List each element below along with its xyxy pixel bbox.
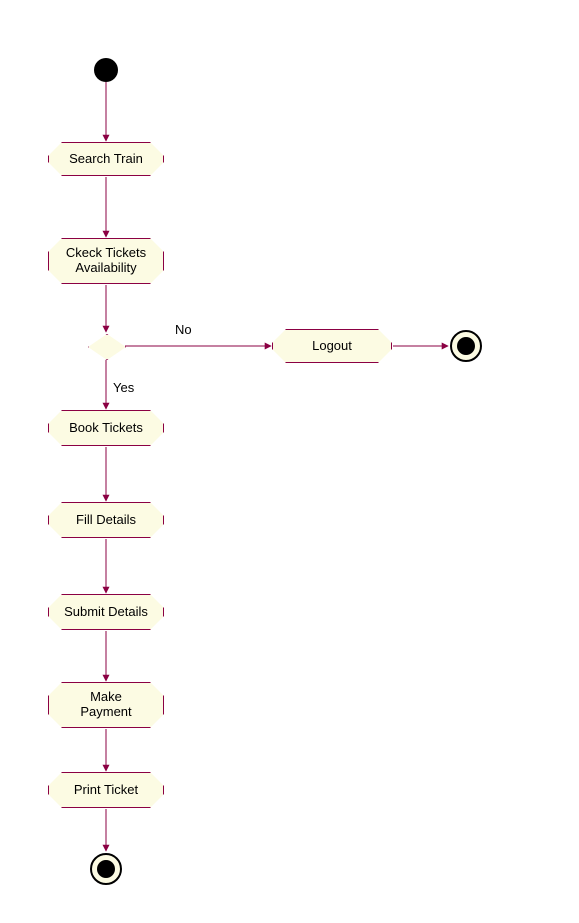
activity-label: Submit Details (64, 605, 148, 620)
activity-submit-details: Submit Details (48, 594, 164, 630)
final-node-right (450, 330, 482, 362)
activity-book-tickets: Book Tickets (48, 410, 164, 446)
final-node-bottom (90, 853, 122, 885)
activity-diagram: Search Train Ckeck Tickets Availability … (0, 0, 579, 923)
activity-label: Book Tickets (69, 421, 143, 436)
activity-label: Make Payment (80, 690, 131, 720)
activity-make-payment: Make Payment (48, 682, 164, 728)
activity-label: Print Ticket (74, 783, 138, 798)
activity-label: Search Train (69, 152, 143, 167)
decision-yes-label: Yes (113, 380, 134, 395)
activity-fill-details: Fill Details (48, 502, 164, 538)
activity-logout: Logout (272, 329, 392, 363)
activity-print-ticket: Print Ticket (48, 772, 164, 808)
activity-label: Ckeck Tickets Availability (66, 246, 146, 276)
decision-no-label: No (175, 322, 192, 337)
decision-node (88, 334, 126, 360)
initial-node (94, 58, 118, 82)
activity-check-tickets: Ckeck Tickets Availability (48, 238, 164, 284)
activity-label: Logout (312, 339, 352, 354)
activity-label: Fill Details (76, 513, 136, 528)
activity-search-train: Search Train (48, 142, 164, 176)
